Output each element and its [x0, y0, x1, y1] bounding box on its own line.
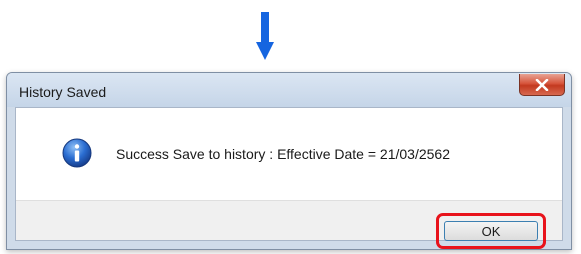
close-button[interactable] — [519, 74, 565, 96]
history-saved-dialog: History Saved Success Save to history: … — [6, 72, 572, 250]
close-icon — [535, 78, 549, 91]
dialog-title: History Saved — [19, 84, 107, 100]
dialog-button-bar: OK — [16, 200, 562, 249]
info-icon — [62, 138, 92, 168]
dialog-message: Success Save to history : Effective Date… — [116, 146, 450, 162]
ok-button-highlight: OK — [436, 213, 546, 249]
message-area: Success Save to history : Effective Date… — [16, 108, 562, 200]
ok-button[interactable]: OK — [444, 221, 538, 241]
arrow-down-icon — [256, 12, 274, 60]
dialog-client-area: Success Save to history : Effective Date… — [15, 107, 563, 249]
dialog-titlebar: History Saved — [7, 73, 571, 107]
